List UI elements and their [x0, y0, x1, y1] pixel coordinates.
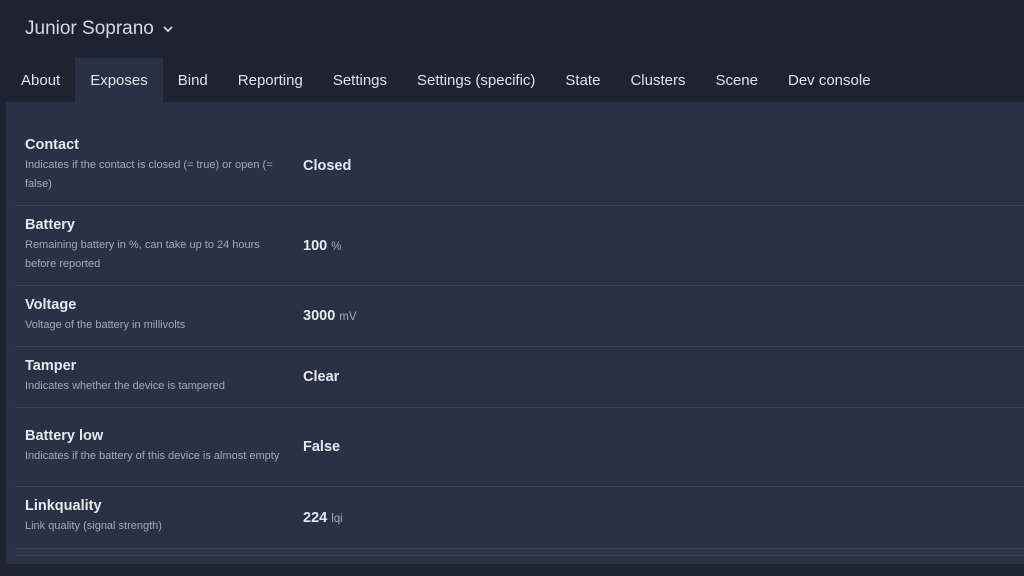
expose-row-tamper: Tamper Indicates whether the device is t…	[15, 347, 1024, 408]
expose-description: Indicates whether the device is tampered	[25, 379, 225, 392]
page-header: Junior Soprano	[0, 0, 1024, 58]
value-text: False	[303, 439, 341, 455]
tab-settings-specific[interactable]: Settings (specific)	[402, 58, 550, 102]
expose-name: Battery	[25, 216, 75, 233]
tab-bar: About Exposes Bind Reporting Settings Se…	[0, 58, 1024, 102]
tab-settings[interactable]: Settings	[318, 58, 402, 102]
expose-name: Voltage	[25, 296, 77, 313]
tab-state[interactable]: State	[550, 58, 615, 102]
value-text: 3000	[303, 308, 336, 324]
value-text: 224	[303, 509, 328, 526]
expose-description: Indicates if the contact is closed (= tr…	[25, 158, 273, 190]
expose-value: Clear	[293, 369, 339, 385]
expose-description: Indicates if the battery of this device …	[25, 449, 280, 462]
expose-description: Remaining battery in %, can take up to 2…	[25, 238, 260, 270]
value-unit: mV	[339, 311, 357, 323]
expose-row-battery: Battery Remaining battery in %, can take…	[15, 206, 1024, 286]
expose-value: Closed	[293, 158, 351, 174]
value-text: 100	[303, 237, 328, 254]
expose-description: Link quality (signal strength)	[25, 520, 162, 532]
chevron-down-icon	[163, 25, 173, 33]
expose-description: Voltage of the battery in millivolts	[25, 318, 186, 331]
tab-dev-console[interactable]: Dev console	[773, 58, 886, 102]
expose-row-linkquality: Linkquality Link quality (signal strengt…	[15, 487, 1024, 549]
tab-about[interactable]: About	[6, 58, 75, 102]
tab-scene[interactable]: Scene	[700, 58, 773, 102]
exposes-panel: Contact Indicates if the contact is clos…	[6, 102, 1024, 564]
expose-name: Linkquality	[25, 498, 102, 514]
expose-value: 3000 mV	[293, 308, 357, 324]
value-unit: %	[331, 240, 342, 253]
expose-row-voltage: Voltage Voltage of the battery in milliv…	[15, 286, 1024, 347]
device-name: Junior Soprano	[25, 18, 154, 39]
expose-name: Battery low	[25, 427, 104, 444]
tab-bind[interactable]: Bind	[163, 58, 223, 102]
expose-row-battery-low: Battery low Indicates if the battery of …	[15, 408, 1024, 487]
divider	[15, 549, 1024, 556]
device-selector[interactable]: Junior Soprano	[25, 18, 173, 40]
expose-value: 224 lqi	[293, 510, 343, 526]
tab-exposes[interactable]: Exposes	[75, 58, 163, 102]
expose-name: Tamper	[25, 357, 77, 374]
expose-name: Contact	[25, 136, 79, 153]
expose-row-contact: Contact Indicates if the contact is clos…	[15, 126, 1024, 206]
value-text: Closed	[303, 157, 352, 174]
tab-reporting[interactable]: Reporting	[223, 58, 318, 102]
expose-value: False	[293, 439, 340, 455]
value-unit: lqi	[331, 512, 343, 525]
expose-value: 100%	[293, 238, 341, 254]
tab-clusters[interactable]: Clusters	[615, 58, 700, 102]
value-text: Clear	[303, 369, 340, 385]
